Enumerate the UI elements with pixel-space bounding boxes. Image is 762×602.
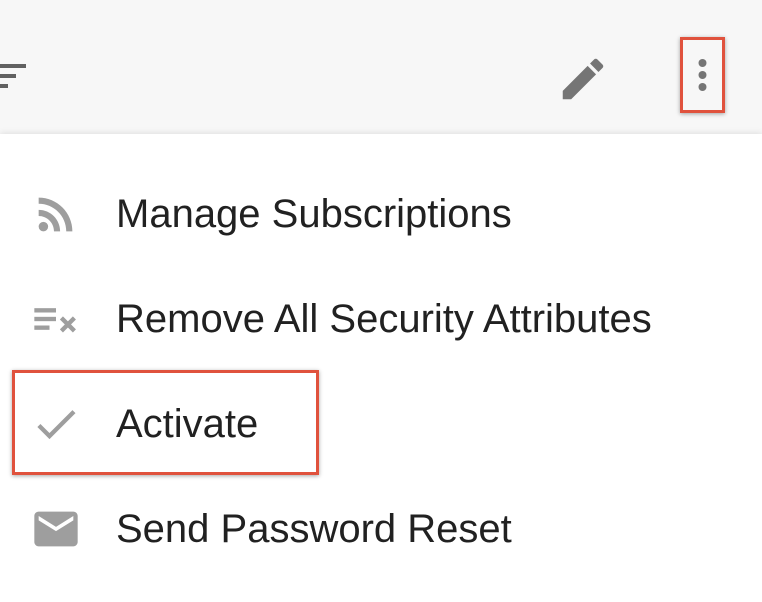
more-options-button[interactable] [680, 37, 725, 113]
menu-item-remove-all-security-attributes[interactable]: Remove All Security Attributes [0, 267, 762, 371]
clear-all-icon [34, 308, 76, 333]
check-icon [37, 410, 76, 440]
menu-item-label: Manage Subscriptions [116, 192, 512, 236]
screen: Manage Subscriptions Remove All Security… [0, 0, 762, 602]
menu-item-activate[interactable]: Activate [0, 372, 762, 476]
more-vert-icon [698, 59, 707, 91]
menu-item-manage-subscriptions[interactable]: Manage Subscriptions [0, 162, 762, 266]
menu-item-label: Activate [116, 402, 259, 446]
menu-item-label: Remove All Security Attributes [116, 297, 652, 341]
toolbar [0, 0, 762, 134]
pencil-icon[interactable] [556, 52, 610, 106]
actions-menu: Manage Subscriptions Remove All Security… [0, 134, 762, 602]
filter-list-icon[interactable] [0, 56, 34, 96]
menu-item-label: Send Password Reset [116, 507, 512, 551]
rss-feed-icon [38, 197, 73, 232]
mail-icon [34, 511, 78, 547]
menu-item-send-password-reset[interactable]: Send Password Reset [0, 477, 762, 581]
